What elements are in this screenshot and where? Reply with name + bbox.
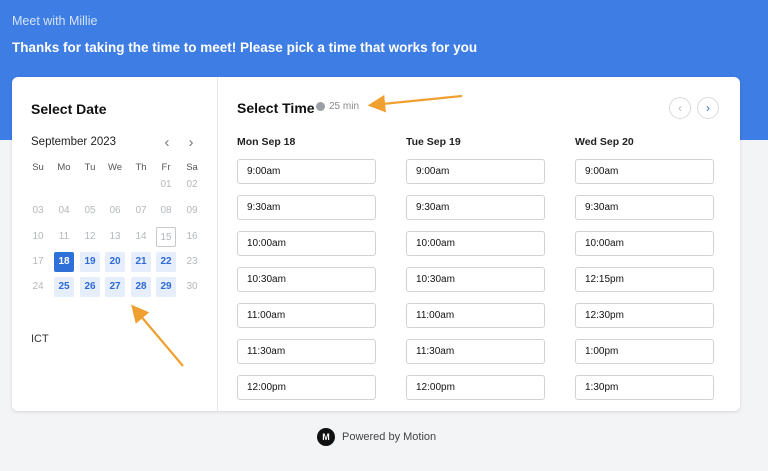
- time-slot-button[interactable]: 9:00am: [237, 159, 376, 184]
- meeting-host-subtitle: Meet with Millie: [12, 14, 98, 28]
- calendar-day: 06: [109, 205, 121, 216]
- calendar-day-available[interactable]: 29: [156, 277, 176, 297]
- meeting-duration: 25 min: [316, 101, 359, 112]
- timezone-label: ICT: [31, 333, 49, 345]
- time-slot-button[interactable]: 1:00pm: [575, 339, 714, 364]
- time-slot-button[interactable]: 12:00pm: [237, 375, 376, 400]
- select-date-heading: Select Date: [31, 101, 107, 117]
- duration-label: 25 min: [329, 101, 360, 112]
- weekday-header: We: [107, 162, 123, 173]
- time-slot-button[interactable]: 11:30am: [406, 339, 545, 364]
- calendar-day: 16: [186, 231, 198, 242]
- powered-by-label: Powered by Motion: [342, 431, 437, 443]
- calendar-day-available[interactable]: 27: [105, 277, 125, 297]
- calendar-day: 04: [58, 205, 70, 216]
- scheduler-card: Select Date September 2023 ‹ › Su Mo Tu We T…: [12, 77, 740, 411]
- panel-divider: [217, 77, 218, 411]
- time-slot-button[interactable]: 9:30am: [237, 195, 376, 220]
- time-slot-button[interactable]: 10:00am: [237, 231, 376, 256]
- time-slot-button[interactable]: 11:00am: [237, 303, 376, 328]
- prev-days-button[interactable]: ‹: [669, 97, 691, 119]
- weekday-header: Mo: [57, 162, 71, 173]
- calendar-day: 09: [186, 205, 198, 216]
- calendar-day: 13: [109, 231, 121, 242]
- prev-month-button[interactable]: ‹: [159, 135, 175, 151]
- calendar-day-available[interactable]: 22: [156, 252, 176, 272]
- time-slot-button[interactable]: 9:30am: [575, 195, 714, 220]
- calendar-day: 17: [32, 256, 44, 267]
- weekday-header: Tu: [84, 162, 96, 173]
- time-slot-button[interactable]: 11:00am: [406, 303, 545, 328]
- calendar-day-available[interactable]: 26: [80, 277, 100, 297]
- calendar-day: 05: [84, 205, 96, 216]
- calendar-day: 01: [160, 179, 172, 190]
- calendar-day-available[interactable]: 25: [54, 277, 74, 297]
- day-column-header: Wed Sep 20: [575, 136, 634, 148]
- calendar-day: 15: [156, 227, 176, 247]
- time-slot-button[interactable]: 9:00am: [406, 159, 545, 184]
- time-slot-button[interactable]: 11:30am: [237, 339, 376, 364]
- powered-by-footer: M Powered by Motion: [317, 428, 436, 446]
- time-slot-button[interactable]: 9:00am: [575, 159, 714, 184]
- select-time-heading: Select Time: [237, 100, 315, 116]
- calendar-day: 30: [186, 281, 198, 292]
- day-column-header: Mon Sep 18: [237, 136, 296, 148]
- calendar-day: 14: [135, 231, 147, 242]
- weekday-header: Su: [32, 162, 44, 173]
- calendar-day: 03: [32, 205, 44, 216]
- clock-icon: [316, 102, 325, 111]
- time-slot-button[interactable]: 10:30am: [406, 267, 545, 292]
- calendar-day: 08: [160, 205, 172, 216]
- time-slot-button[interactable]: 9:30am: [406, 195, 545, 220]
- page-title: Thanks for taking the time to meet! Plea…: [12, 40, 478, 55]
- time-slot-button[interactable]: 10:00am: [575, 231, 714, 256]
- time-slot-button[interactable]: 12:30pm: [575, 303, 714, 328]
- weekday-header: Sa: [186, 162, 198, 173]
- time-slot-button[interactable]: 1:30pm: [575, 375, 714, 400]
- next-days-button[interactable]: ›: [697, 97, 719, 119]
- calendar-day-available[interactable]: 21: [131, 252, 151, 272]
- calendar-day: 10: [32, 231, 44, 242]
- weekday-header: Fr: [161, 162, 171, 173]
- time-slot-button[interactable]: 12:00pm: [406, 375, 545, 400]
- time-slot-button[interactable]: 10:00am: [406, 231, 545, 256]
- calendar-day: 23: [186, 256, 198, 267]
- calendar-day-available[interactable]: 20: [105, 252, 125, 272]
- day-column-header: Tue Sep 19: [406, 136, 461, 148]
- time-slot-button[interactable]: 10:30am: [237, 267, 376, 292]
- motion-logo-icon: M: [317, 428, 335, 446]
- calendar-day: 12: [84, 231, 96, 242]
- calendar-day-available[interactable]: 28: [131, 277, 151, 297]
- time-slot-button[interactable]: 12:15pm: [575, 267, 714, 292]
- calendar-month-label: September 2023: [31, 136, 117, 148]
- calendar-day: 07: [135, 205, 147, 216]
- next-month-button[interactable]: ›: [183, 135, 199, 151]
- calendar-day-available[interactable]: 18: [54, 252, 74, 272]
- calendar-day: 24: [32, 281, 44, 292]
- calendar-day-available[interactable]: 19: [80, 252, 100, 272]
- weekday-header: Th: [135, 162, 147, 173]
- calendar-day: 02: [186, 179, 198, 190]
- calendar-day: 11: [58, 231, 70, 242]
